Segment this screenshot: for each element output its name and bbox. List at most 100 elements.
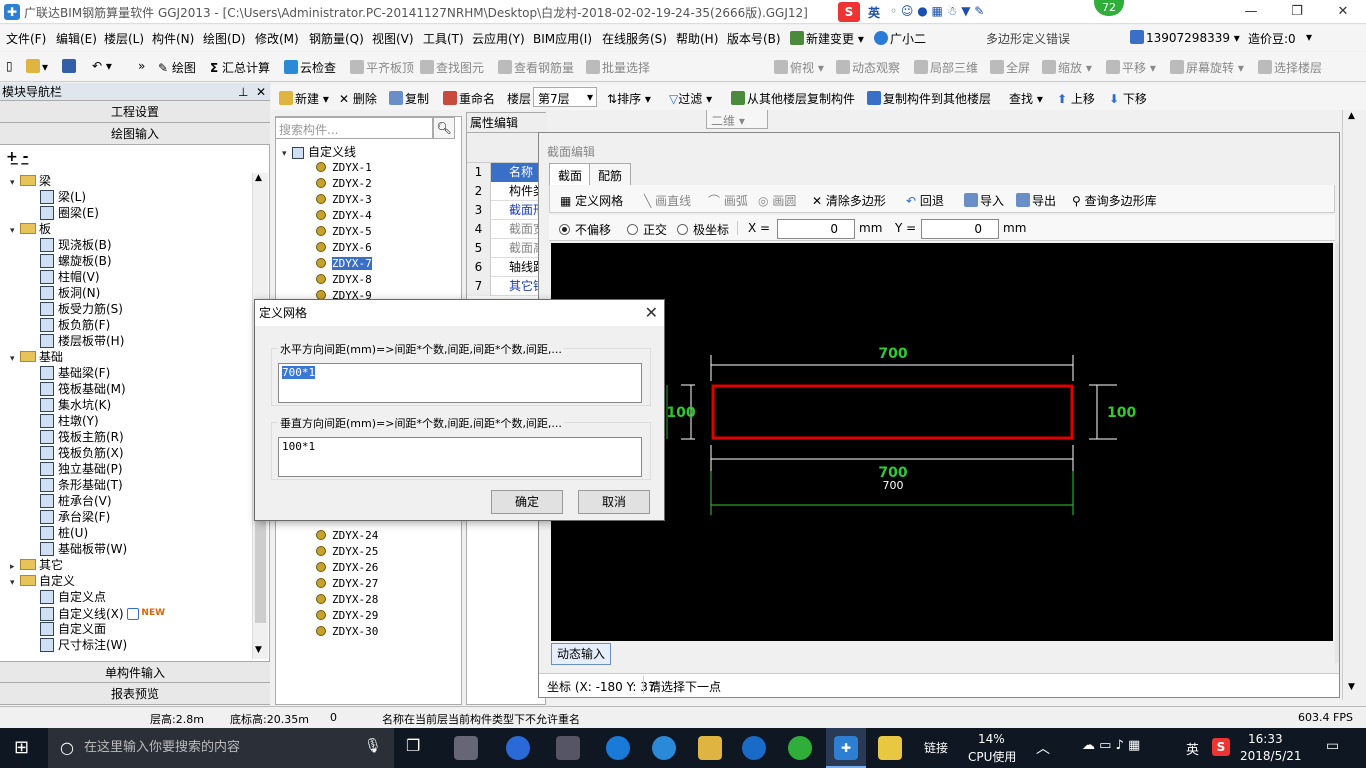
clear-polygon-button[interactable]: ✕ 清除多边形 bbox=[812, 192, 886, 209]
task-view-icon[interactable]: ❐ bbox=[406, 736, 420, 755]
sogou-tray-icon[interactable]: S bbox=[1212, 738, 1230, 756]
list-item[interactable]: ZDYX-24 bbox=[316, 528, 378, 544]
windows-start-icon[interactable]: ⊞ bbox=[14, 737, 29, 758]
polar-radio[interactable]: 极坐标 bbox=[677, 221, 729, 238]
vertical-spacing-input[interactable]: 100*1 bbox=[278, 437, 642, 477]
tree-item[interactable]: 筏板主筋(R) bbox=[40, 429, 124, 445]
minimize-icon[interactable]: — bbox=[1228, 0, 1274, 24]
section-canvas[interactable]: 700 100 100 700 700 bbox=[551, 243, 1333, 641]
taskbar-search-input[interactable]: 在这里输入你要搜索的内容 bbox=[48, 728, 394, 768]
notification-icon[interactable]: ▭ bbox=[1326, 738, 1339, 754]
notes-app-icon[interactable] bbox=[878, 736, 902, 760]
app-swirl-icon[interactable] bbox=[556, 736, 580, 760]
user-account[interactable]: 13907298339 ▾ bbox=[1130, 30, 1240, 45]
flush-slab-button[interactable]: 平齐板顶 bbox=[350, 59, 414, 76]
fullscreen-button[interactable]: 全屏 bbox=[990, 59, 1030, 76]
list-item[interactable]: ZDYX-27 bbox=[316, 576, 378, 592]
menu-help[interactable]: 帮助(H) bbox=[676, 30, 718, 47]
summary-calc-button[interactable]: Σ 汇总计算 bbox=[210, 59, 270, 76]
floor-select[interactable]: 第7层 ▾ bbox=[533, 87, 597, 107]
expand-toggle-icon[interactable]: ▾ bbox=[10, 575, 20, 591]
list-item[interactable]: ZDYX-6 bbox=[316, 240, 372, 256]
ime-mode[interactable]: 英 bbox=[868, 4, 880, 21]
move-up-button[interactable]: ⬆ 上移 bbox=[1057, 90, 1095, 107]
menu-assistant[interactable]: 广小二 bbox=[874, 30, 926, 47]
tree-item[interactable]: 螺旋板(B) bbox=[40, 253, 112, 269]
taskbar-link[interactable]: 链接 bbox=[924, 739, 948, 756]
query-polygon-lib-button[interactable]: ⚲ 查询多边形库 bbox=[1072, 192, 1157, 209]
restore-icon[interactable]: ❐ bbox=[1274, 0, 1320, 24]
tree-item[interactable]: 承台梁(F) bbox=[40, 509, 110, 525]
x-coordinate-input[interactable]: 0 bbox=[777, 219, 855, 239]
dialog-close-icon[interactable]: ✕ bbox=[645, 303, 658, 322]
draw-input-button[interactable]: 绘图输入 bbox=[0, 123, 270, 145]
new-component-button[interactable]: 新建 ▾ bbox=[279, 90, 329, 107]
tree-item[interactable]: 板洞(N) bbox=[40, 285, 100, 301]
ok-button[interactable]: 确定 bbox=[491, 490, 563, 514]
tree-item[interactable]: 楼层板带(H) bbox=[40, 333, 124, 349]
ggj-active-app[interactable]: ✚ bbox=[826, 728, 866, 768]
dynamic-observe-button[interactable]: 动态观察 bbox=[836, 59, 900, 76]
list-item[interactable]: ZDYX-7 bbox=[316, 256, 372, 272]
sort-button[interactable]: ⇅排序 ▾ bbox=[607, 90, 651, 107]
draw-circle-button[interactable]: ◎ 画圆 bbox=[758, 192, 796, 209]
more-arrow-icon[interactable]: ▾ bbox=[1306, 30, 1312, 44]
pan-button[interactable]: 平移 ▾ bbox=[1106, 59, 1156, 76]
undo-button[interactable]: ↶ 回退 bbox=[906, 192, 944, 209]
report-preview-button[interactable]: 报表预览 bbox=[0, 683, 270, 705]
ime-tools-icon[interactable]: ◦ ☺ ● ▦ ☃ ▼ ✎ bbox=[890, 4, 984, 18]
menu-new-change[interactable]: 新建变更 ▾ bbox=[790, 30, 864, 47]
tree-item[interactable]: 圈梁(E) bbox=[40, 205, 99, 221]
copy-from-floor-button[interactable]: 从其他楼层复制构件 bbox=[731, 90, 855, 107]
property-row[interactable]: 6 轴线距 bbox=[467, 258, 547, 277]
menu-file[interactable]: 文件(F) bbox=[6, 30, 46, 47]
tree-folder[interactable]: ▾ 板 bbox=[10, 221, 51, 237]
menu-component[interactable]: 构件(N) bbox=[152, 30, 194, 47]
menu-version[interactable]: 版本号(B) bbox=[727, 30, 781, 47]
orthogonal-radio[interactable]: 正交 bbox=[627, 221, 667, 238]
tray-expand-icon[interactable]: ︿ bbox=[1036, 738, 1050, 758]
export-button[interactable]: 导出 bbox=[1016, 192, 1056, 209]
main-scrollbar[interactable]: ▲ ▼ bbox=[1342, 110, 1364, 700]
microphone-icon[interactable]: 🎙︎ bbox=[364, 738, 382, 754]
glodon-g-icon[interactable] bbox=[742, 736, 766, 760]
menu-modify[interactable]: 修改(M) bbox=[255, 30, 299, 47]
nav-close-icon[interactable]: ✕ bbox=[256, 83, 266, 101]
undo-icon[interactable]: ↶ ▾ bbox=[92, 59, 112, 73]
tab-section[interactable]: 截面 bbox=[549, 163, 592, 185]
tree-item[interactable]: 梁(L) bbox=[40, 189, 86, 205]
menu-rebar-qty[interactable]: 钢筋量(Q) bbox=[309, 30, 364, 47]
tab-rebar[interactable]: 配筋 bbox=[589, 163, 632, 185]
tree-folder[interactable]: ▾ 基础 bbox=[10, 349, 63, 365]
view-rebar-qty-button[interactable]: 查看钢筋量 bbox=[498, 59, 574, 76]
list-root[interactable]: ▾ 自定义线 bbox=[282, 144, 356, 160]
local-3d-button[interactable]: 局部三维 bbox=[914, 59, 978, 76]
move-down-button[interactable]: ⬇ 下移 bbox=[1109, 90, 1147, 107]
list-item[interactable]: ZDYX-3 bbox=[316, 192, 372, 208]
tree-item[interactable]: 板负筋(F) bbox=[40, 317, 110, 333]
list-item[interactable]: ZDYX-25 bbox=[316, 544, 378, 560]
menu-tools[interactable]: 工具(T) bbox=[423, 30, 464, 47]
find-element-button[interactable]: 查找图元 bbox=[420, 59, 484, 76]
ie-browser-icon[interactable] bbox=[506, 736, 530, 760]
expand-toggle-icon[interactable]: ▾ bbox=[10, 175, 20, 191]
top-view-button[interactable]: 俯视 ▾ bbox=[774, 59, 824, 76]
tree-item[interactable]: 筏板负筋(X) bbox=[40, 445, 124, 461]
tree-item[interactable]: 基础板带(W) bbox=[40, 541, 127, 557]
green-app-icon[interactable] bbox=[788, 736, 812, 760]
project-settings-button[interactable]: 工程设置 bbox=[0, 101, 270, 123]
tree-item[interactable]: 基础梁(F) bbox=[40, 365, 110, 381]
tree-item[interactable]: 板受力筋(S) bbox=[40, 301, 123, 317]
tree-folder[interactable]: ▸ 其它 bbox=[10, 557, 63, 573]
list-item[interactable]: ZDYX-28 bbox=[316, 592, 378, 608]
copy-button[interactable]: 复制 bbox=[389, 90, 429, 107]
tree-item[interactable]: 现浇板(B) bbox=[40, 237, 112, 253]
menu-cloud[interactable]: 云应用(Y) bbox=[472, 30, 525, 47]
tray-icons[interactable]: ☁ ▭ ♪ ▦ bbox=[1082, 738, 1140, 753]
ie-browser-2-icon[interactable] bbox=[652, 736, 676, 760]
input-language[interactable]: 英 bbox=[1186, 739, 1199, 758]
list-item[interactable]: ZDYX-2 bbox=[316, 176, 372, 192]
tree-item[interactable]: 自定义线(X) NEW bbox=[40, 605, 165, 621]
menu-draw[interactable]: 绘图(D) bbox=[203, 30, 246, 47]
tree-item[interactable]: 柱墩(Y) bbox=[40, 413, 99, 429]
